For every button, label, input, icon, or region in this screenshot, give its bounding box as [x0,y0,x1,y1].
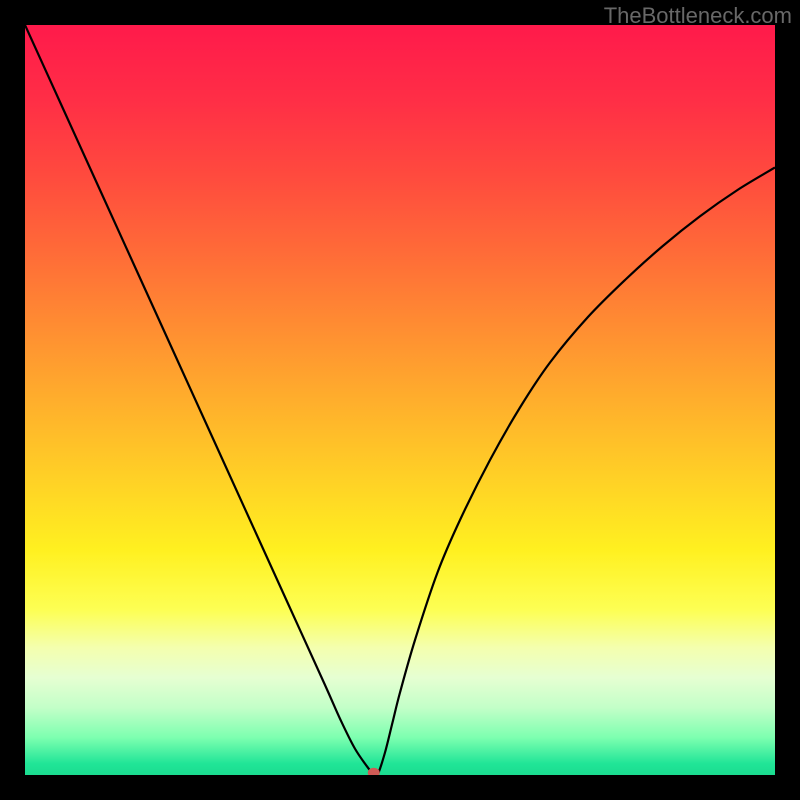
chart-svg [25,25,775,775]
watermark-text: TheBottleneck.com [604,3,792,29]
chart-frame: TheBottleneck.com [0,0,800,800]
gradient-background [25,25,775,775]
chart-plot-area [25,25,775,775]
